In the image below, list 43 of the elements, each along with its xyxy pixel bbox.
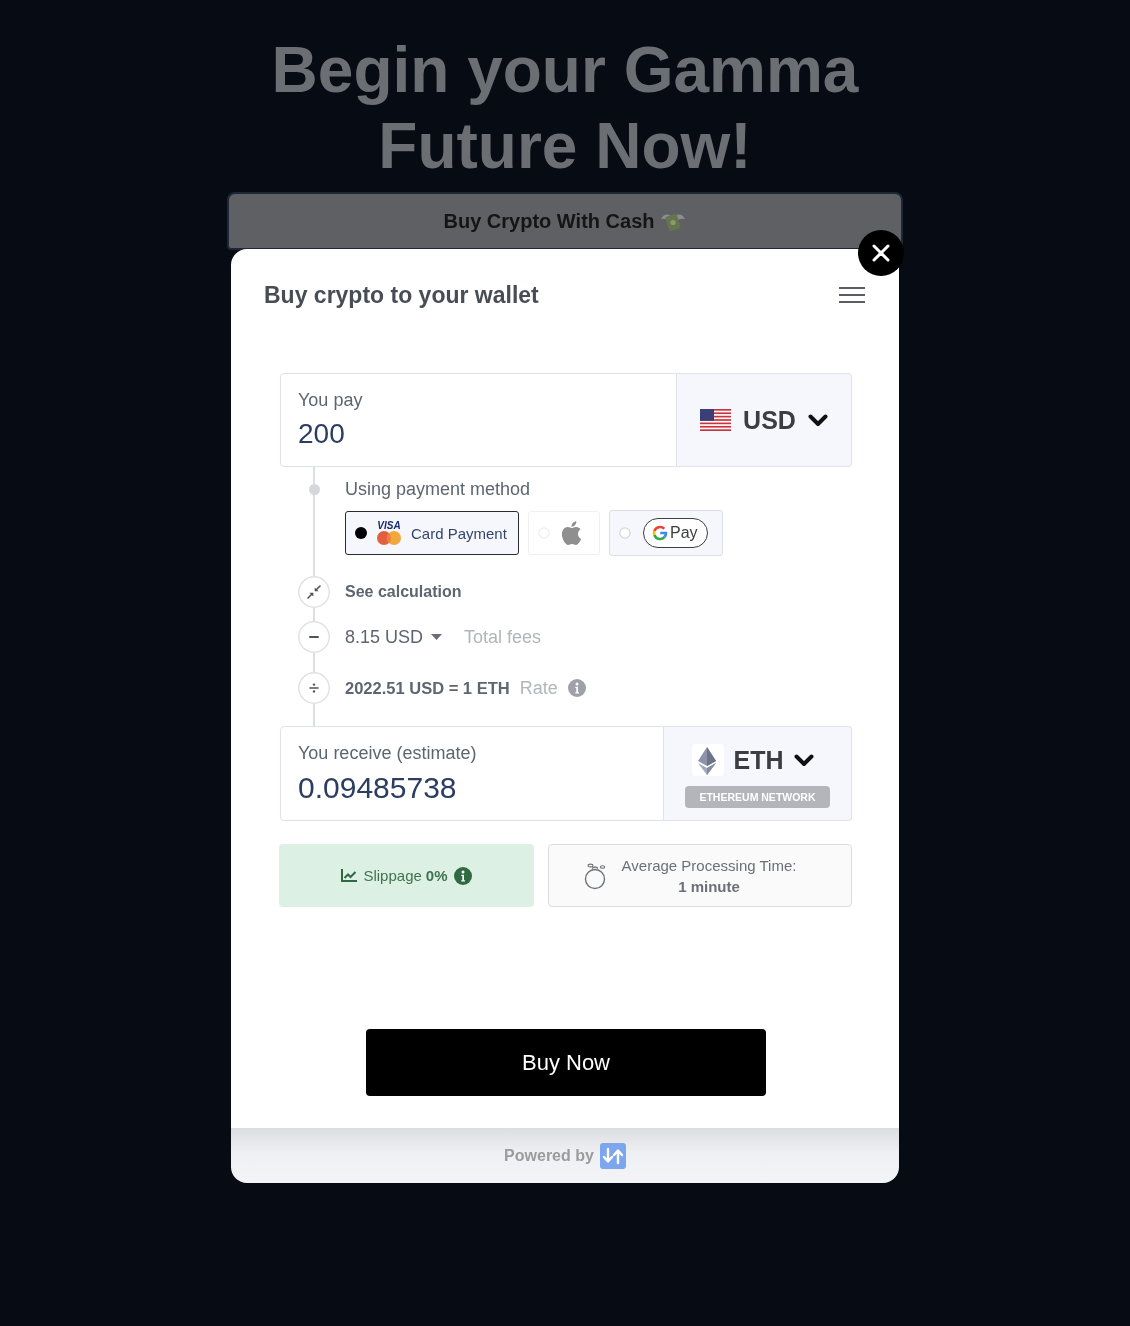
minus-icon bbox=[298, 621, 330, 653]
us-flag-icon bbox=[700, 409, 732, 431]
fees-label: Total fees bbox=[464, 626, 542, 648]
fees-dropdown[interactable]: 8.15 USD bbox=[345, 626, 443, 648]
buy-now-button[interactable]: Buy Now bbox=[366, 1029, 766, 1096]
step-dot-icon bbox=[309, 483, 320, 495]
modal-title: Buy crypto to your wallet bbox=[264, 281, 539, 310]
slippage-value: 0% bbox=[425, 867, 448, 884]
payment-method-label: Using payment method bbox=[345, 478, 531, 500]
google-pay-label: Pay bbox=[670, 524, 698, 542]
headline: Begin your Gamma Future Now! bbox=[270, 33, 860, 184]
mastercard-icon bbox=[377, 531, 401, 545]
powered-by-text: Powered by bbox=[504, 1146, 594, 1165]
receive-amount-field[interactable]: You receive (estimate) 0.09485738 bbox=[280, 726, 664, 821]
caret-down-icon bbox=[431, 634, 443, 640]
stopwatch-icon bbox=[583, 861, 608, 890]
pay-amount-field[interactable]: You pay 200 bbox=[280, 373, 677, 467]
radio-icon bbox=[355, 527, 367, 539]
card-payment-label: Card Payment bbox=[411, 524, 507, 542]
currency-select[interactable]: USD bbox=[677, 373, 852, 467]
collapse-arrows-icon bbox=[298, 576, 330, 608]
rate-label: Rate bbox=[519, 677, 558, 699]
processing-time-label: Average Processing Time: bbox=[621, 856, 797, 874]
apple-icon bbox=[560, 520, 582, 546]
menu-icon[interactable] bbox=[838, 286, 866, 304]
google-g-icon bbox=[652, 525, 668, 541]
chevron-down-icon bbox=[793, 753, 814, 767]
divide-icon bbox=[298, 672, 330, 704]
card-payment-option[interactable]: VISA Card Payment bbox=[345, 511, 519, 555]
close-icon bbox=[871, 243, 891, 263]
see-calculation-toggle[interactable]: See calculation bbox=[345, 583, 462, 601]
banner-title: Buy Crypto With Cash bbox=[443, 209, 655, 233]
google-pay-option[interactable]: Pay bbox=[609, 510, 723, 556]
crypto-select[interactable]: ETH bbox=[691, 744, 814, 776]
rate-value: 2022.51 USD = 1 ETH bbox=[345, 678, 510, 698]
chevron-down-icon bbox=[807, 413, 828, 427]
radio-icon bbox=[619, 527, 631, 539]
info-icon[interactable] bbox=[453, 866, 472, 885]
line-chart-icon bbox=[341, 869, 358, 882]
slippage-label: Slippage bbox=[363, 867, 422, 884]
processing-time-value: 1 minute bbox=[678, 877, 740, 895]
network-badge: ETHEREUM NETWORK bbox=[685, 786, 830, 808]
visa-logo: VISA bbox=[377, 521, 401, 531]
